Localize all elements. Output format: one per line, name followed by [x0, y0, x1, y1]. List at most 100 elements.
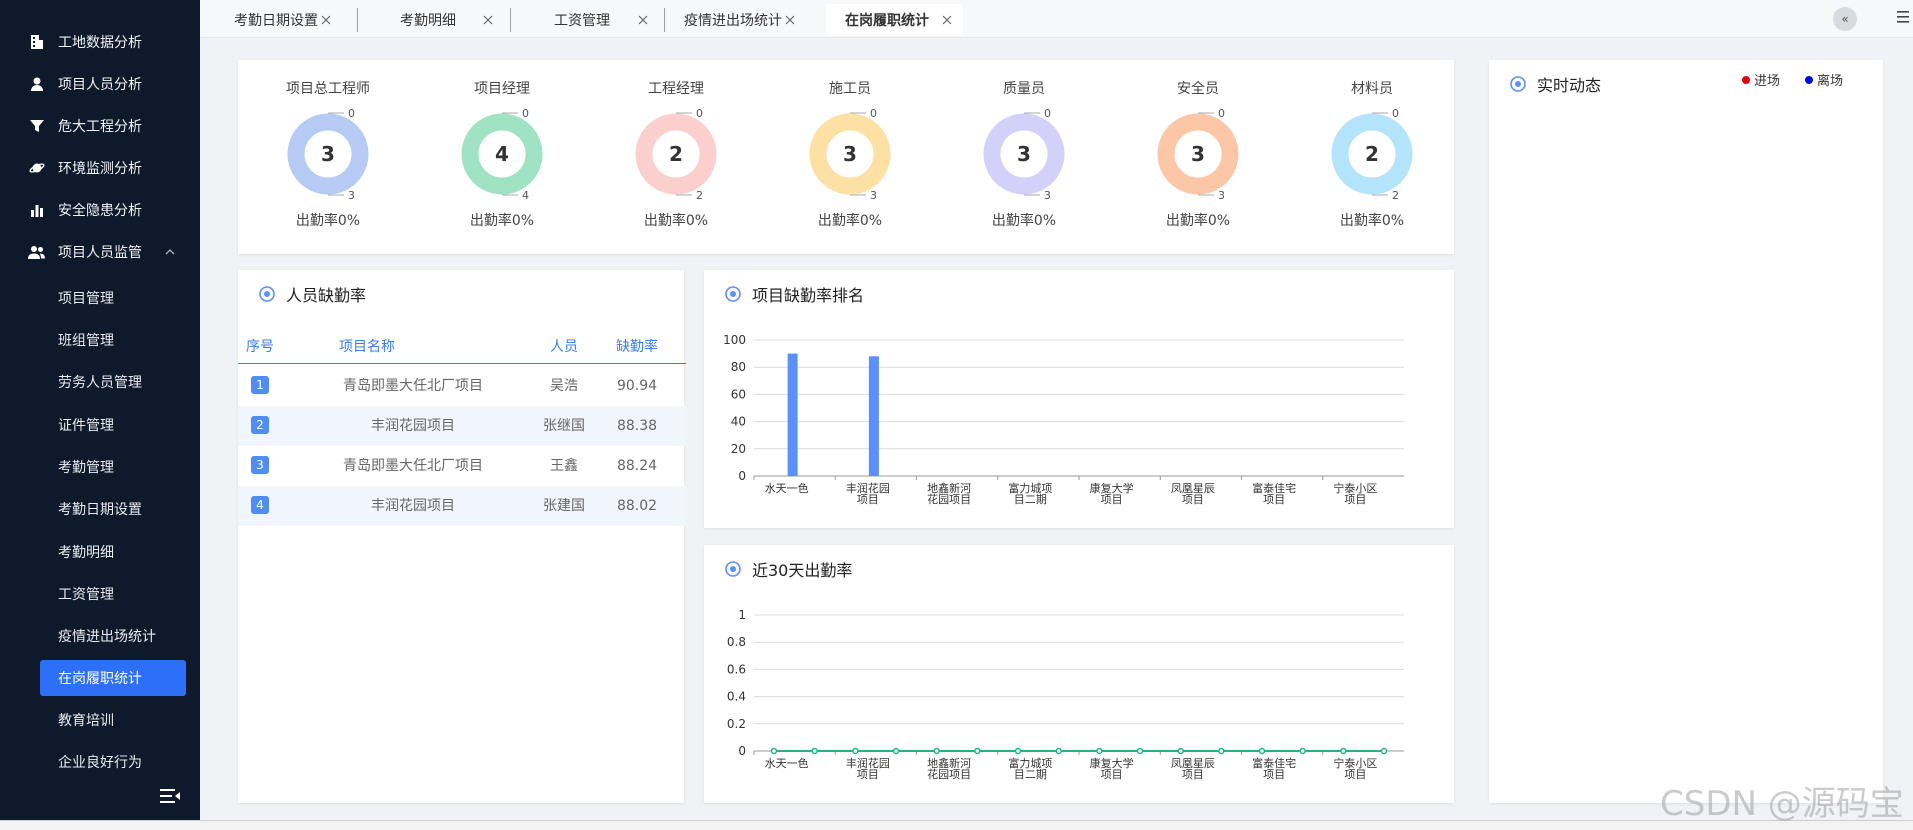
sidebar-subitem-labor-mgmt[interactable]: 劳务人员管理 — [40, 364, 186, 400]
data-point[interactable] — [1340, 747, 1347, 755]
close-icon[interactable] — [480, 12, 496, 28]
tab-on-duty[interactable]: 在岗履职统计 — [826, 4, 963, 36]
sidebar-item-label: 危大工程分析 — [58, 119, 142, 135]
sidebar-item-label: 项目人员分析 — [58, 77, 142, 93]
sidebar-item-hazard-analysis[interactable]: 危大工程分析 — [0, 108, 200, 144]
y-tick-label: 0 — [738, 469, 746, 483]
role-card: 工程经理 0 2 2 出勤率0% — [606, 60, 746, 240]
data-point[interactable] — [1299, 747, 1306, 755]
panel-title: 人员缺勤率 — [258, 282, 366, 306]
tab-attendance-date[interactable]: 考勤日期设置 — [214, 4, 342, 36]
role-card: 项目总工程师 0 3 3 出勤率0% — [258, 60, 398, 240]
bar[interactable] — [868, 356, 879, 476]
chevron-up-icon — [162, 244, 178, 260]
x-tick-label: 凤凰星辰项目 — [1171, 482, 1215, 506]
panel-title: 实时动态 — [1509, 72, 1601, 96]
close-icon[interactable] — [635, 12, 651, 28]
sidebar: 工地数据分析 项目人员分析 危大工程分析 环境监测分析 安全隐患分析 项目人员监… — [0, 0, 200, 820]
sidebar-subitem-label: 企业良好行为 — [58, 755, 142, 771]
bar[interactable] — [787, 353, 798, 476]
sidebar-item-environment[interactable]: 环境监测分析 — [0, 150, 200, 186]
data-point[interactable] — [974, 747, 981, 755]
y-tick-label: 40 — [731, 415, 746, 429]
funnel-icon — [28, 117, 46, 135]
data-point[interactable] — [1177, 747, 1184, 755]
absence-rate-panel: 人员缺勤率 序号 项目名称 人员 缺勤率 1 青岛即墨大任北厂项目 吴浩 90.… — [238, 270, 686, 803]
role-card: 安全员 0 3 3 出勤率0% — [1128, 60, 1268, 240]
donut-total: 3 — [1191, 142, 1205, 166]
donut-chart: 0 2 2 — [1331, 107, 1413, 202]
sidebar-subitem-team-mgmt[interactable]: 班组管理 — [40, 322, 186, 358]
sidebar-subitem-attendance-mgmt[interactable]: 考勤管理 — [40, 449, 186, 485]
x-tick-label: 水天一色 — [765, 756, 809, 770]
panel-title-text: 实时动态 — [1537, 76, 1602, 95]
tab-epidemic[interactable]: 疫情进出场统计 — [668, 4, 798, 36]
tab-attendance-detail[interactable]: 考勤明细 — [380, 4, 504, 36]
sidebar-item-personnel-analysis[interactable]: 项目人员分析 — [0, 66, 200, 102]
sidebar-item-safety[interactable]: 安全隐患分析 — [0, 192, 200, 228]
people-icon — [28, 243, 46, 261]
donut-chart: 0 4 4 — [461, 107, 543, 202]
tab-salary[interactable]: 工资管理 — [534, 4, 659, 36]
menu-icon[interactable] — [1895, 8, 1911, 26]
sidebar-subitem-attendance-date[interactable]: 考勤日期设置 — [40, 491, 186, 527]
column-header: 人员 — [550, 339, 578, 355]
data-point[interactable] — [892, 747, 900, 755]
sidebar-subitem-label: 班组管理 — [58, 333, 114, 349]
data-point[interactable] — [1258, 747, 1266, 755]
sidebar-subitem-salary-mgmt[interactable]: 工资管理 — [40, 576, 186, 612]
role-name: 质量员 — [1003, 81, 1045, 97]
sidebar-subitem-on-duty-stats[interactable]: 在岗履职统计 — [40, 660, 186, 696]
x-tick-label: 宁泰小区项目 — [1333, 756, 1377, 781]
data-point[interactable] — [1136, 747, 1144, 755]
person-cell: 张建国 — [543, 498, 585, 514]
donut-bottom-label: 4 — [522, 189, 529, 202]
data-point[interactable] — [1096, 747, 1103, 755]
table-header: 序号 项目名称 人员 缺勤率 — [238, 330, 686, 364]
attendance-rate: 出勤率0% — [1339, 213, 1405, 229]
sidebar-item-label: 环境监测分析 — [58, 161, 142, 177]
data-point[interactable] — [1380, 747, 1388, 755]
donut-total: 2 — [669, 142, 683, 166]
project-cell: 青岛即墨大任北厂项目 — [343, 458, 483, 474]
data-point[interactable] — [770, 747, 778, 755]
sidebar-item-personnel-supervision[interactable]: 项目人员监管 — [0, 234, 200, 270]
sidebar-subitem-good-behavior[interactable]: 企业良好行为 — [40, 744, 186, 780]
tab-divider — [357, 8, 358, 32]
sidebar-item-label: 项目人员监管 — [58, 245, 142, 261]
project-cell: 丰润花园项目 — [371, 498, 455, 514]
sidebar-subitem-epidemic-stats[interactable]: 疫情进出场统计 — [40, 618, 186, 654]
sidebar-collapse-icon[interactable] — [158, 786, 182, 806]
data-point[interactable] — [811, 747, 818, 755]
sidebar-subitem-project-mgmt[interactable]: 项目管理 — [40, 280, 186, 316]
data-point[interactable] — [852, 747, 859, 755]
data-point[interactable] — [1218, 747, 1225, 755]
role-name: 工程经理 — [648, 81, 704, 97]
building-icon — [28, 33, 46, 51]
rate-cell: 90.94 — [616, 378, 658, 394]
sidebar-subitem-label: 证件管理 — [58, 418, 114, 434]
tab-bar: 考勤日期设置 考勤明细 工资管理 疫情进出场统计 在岗履职统计 « — [200, 0, 1913, 38]
sidebar-subitem-label: 考勤日期设置 — [58, 502, 142, 518]
donut-top-label: 0 — [1218, 107, 1225, 120]
rate-cell: 88.38 — [616, 418, 658, 434]
sidebar-subitem-certificate-mgmt[interactable]: 证件管理 — [40, 407, 186, 443]
data-point[interactable] — [1014, 747, 1022, 755]
data-point[interactable] — [1055, 747, 1062, 755]
legend-out-dot — [1805, 75, 1813, 84]
close-icon[interactable] — [318, 12, 334, 28]
sidebar-subitem-education[interactable]: 教育培训 — [40, 702, 186, 738]
donut-bottom-label: 3 — [348, 189, 355, 202]
legend-label: 进场 — [1754, 74, 1781, 89]
tab-collapse-button[interactable]: « — [1833, 7, 1857, 31]
sidebar-subitem-attendance-detail[interactable]: 考勤明细 — [40, 534, 186, 570]
tab-label: 考勤日期设置 — [234, 13, 318, 29]
data-point[interactable] — [933, 747, 940, 755]
close-icon[interactable] — [939, 12, 955, 28]
tab-divider — [664, 8, 665, 32]
sidebar-item-site-data[interactable]: 工地数据分析 — [0, 24, 200, 60]
donut-bottom-label: 2 — [1392, 189, 1399, 202]
target-icon — [258, 285, 276, 303]
close-icon[interactable] — [782, 12, 798, 28]
x-tick-label: 丰润花园项目 — [846, 756, 890, 781]
